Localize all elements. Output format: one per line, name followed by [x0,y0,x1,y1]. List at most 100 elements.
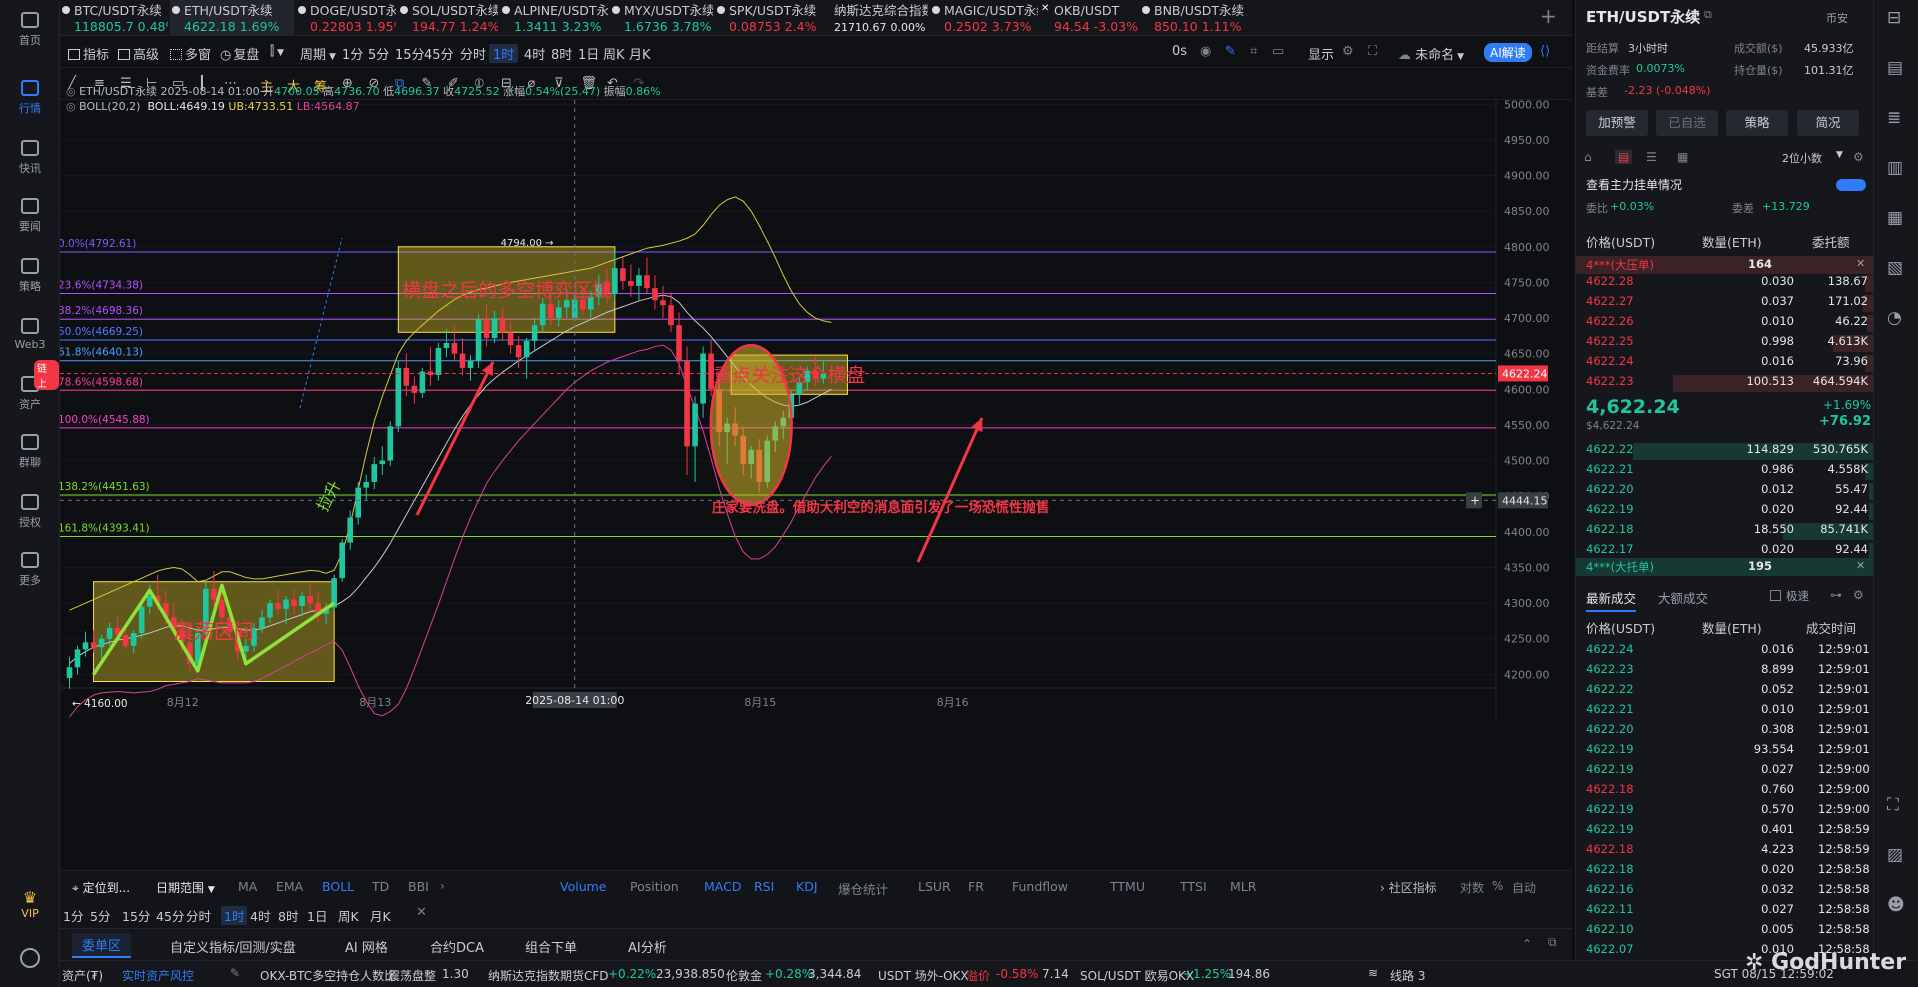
timeframe-5[interactable]: 1时 [489,44,519,63]
timeframe-10[interactable]: 月K [629,44,651,63]
close-icon[interactable]: ✕ [1856,257,1865,270]
sub-indicator-1[interactable]: Position [630,879,679,894]
candle-body[interactable] [539,303,546,326]
candle-body[interactable] [435,347,442,376]
calc-icon[interactable]: ▦ [1887,208,1903,228]
candle-body[interactable] [636,275,642,286]
auto-scale-toggle[interactable]: 自动 [1512,879,1536,896]
candle-body[interactable] [363,481,370,488]
sub-indicator-3[interactable]: RSI [754,879,774,894]
quick-timeframe-1[interactable]: 5分 [90,906,110,925]
asks-icon[interactable]: ☰ [1646,150,1657,164]
candle-body[interactable] [211,588,217,600]
candle-body[interactable] [275,603,281,609]
sub-indicator-4[interactable]: KDJ [796,879,818,894]
symbol-tab-9[interactable]: ✕ OKB/USDT 94.54 -3.03% [1040,0,1138,36]
quick-timeframe-2[interactable]: 15分 [122,906,150,925]
candle-body[interactable] [531,325,538,341]
panel-button-1[interactable]: 已自选 [1656,110,1718,136]
candle-body[interactable] [138,606,145,634]
candle-body[interactable] [483,319,490,338]
candle-body[interactable] [339,542,345,579]
panel-button-0[interactable]: 加预警 [1586,110,1648,136]
quick-timeframe-8[interactable]: 1日 [307,906,327,925]
candle-body[interactable] [644,275,650,289]
chart-type-button[interactable]: ⫿ ▼ [270,44,284,59]
candle-body[interactable] [499,318,506,333]
chevron-up-icon[interactable]: ⌃ [1522,937,1532,951]
candle-body[interactable] [668,305,674,326]
timeframe-6[interactable]: 4时 [524,44,545,63]
bottom-tab-5[interactable]: AI分析 [628,937,667,956]
candle-body[interactable] [122,635,129,646]
candle-body[interactable] [387,426,394,461]
period-button[interactable]: 周期 ▼ [300,44,336,63]
nav-item-1[interactable]: 行情 [0,80,60,116]
quick-timeframe-7[interactable]: 8时 [278,906,298,925]
timeframe-0[interactable]: 1分 [342,44,363,63]
quick-timeframe-10[interactable]: 月K [370,906,391,925]
candle-body[interactable] [419,371,426,393]
filter-icon[interactable]: ⊶ [1830,588,1842,602]
main-indicator-ma[interactable]: MA [238,879,257,894]
candle-body[interactable] [403,367,410,386]
candle-body[interactable] [259,617,265,629]
candle-body[interactable] [515,345,522,358]
main-indicator-td[interactable]: TD [372,879,389,894]
nav-item-9[interactable]: 更多 [0,552,60,588]
quick-timeframe-9[interactable]: 周K [338,906,359,925]
display-button[interactable]: 显示 [1308,44,1334,63]
candle-body[interactable] [379,460,386,465]
symbol-tab-7[interactable]: 纳斯达克综合指数 21710.67 0.00% [820,0,928,36]
advanced-button[interactable]: 高级 [118,44,159,63]
symbol-tab-8[interactable]: MAGIC/USDT永续0.2502 3.73% [930,0,1038,36]
bottom-tab-2[interactable]: AI 网格 [345,937,388,956]
toggle-switch[interactable] [1836,179,1866,191]
candle-body[interactable] [451,342,458,354]
bell-icon[interactable]: ⌂ [1584,150,1592,164]
candle-body[interactable] [371,464,378,482]
candle-body[interactable] [491,318,498,338]
sub-indicator-7[interactable]: FR [968,879,984,894]
close-icon[interactable]: ✕ [416,905,427,920]
eye-icon[interactable]: ◎ [66,85,76,98]
checkbox[interactable] [1770,590,1781,601]
timeframe-8[interactable]: 1日 [578,44,599,63]
price-chart[interactable]: 4200.004250.004300.004350.004400.004450.… [60,100,1572,870]
candle-body[interactable] [355,487,362,518]
candle-body[interactable] [146,595,153,607]
candle-body[interactable] [620,268,626,281]
timeframe-1[interactable]: 5分 [368,44,389,63]
quick-timeframe-6[interactable]: 4时 [250,906,270,925]
quick-timeframe-3[interactable]: 45分 [156,906,184,925]
bottom-tab-4[interactable]: 组合下单 [525,937,577,956]
candle-body[interactable] [612,268,618,294]
timeframe-4[interactable]: 分时 [460,44,486,63]
sub-indicator-2[interactable]: MACD [704,879,741,894]
bids-icon[interactable]: ▦ [1677,150,1688,164]
replay-button[interactable]: ◷ 复盘 [220,44,259,63]
candlestick-chart[interactable]: 4200.004250.004300.004350.004400.004450.… [60,100,1572,870]
candle-body[interactable] [219,599,225,618]
candle-body[interactable] [267,603,273,618]
symbol-tab-3[interactable]: SOL/USDT永续 194.77 1.24% [398,0,498,36]
layout-icon[interactable]: ▭ [1272,44,1284,59]
panel-button-3[interactable]: 简况 [1797,110,1859,136]
candle-body[interactable] [555,307,562,319]
camera-icon[interactable]: ◉ [1200,44,1211,59]
share-icon[interactable]: ⟨⟩ [1540,44,1550,59]
candle-body[interactable] [507,332,514,346]
bottom-tab-0[interactable]: 委单区 [72,933,132,958]
main-indicator-ema[interactable]: EMA [276,879,303,894]
symbol-tab-2[interactable]: DOGE/USDT永续0.22803 1.95% [296,0,396,36]
nav-item-3[interactable]: 要闻 [0,198,60,234]
candle-body[interactable] [467,360,474,368]
sub-indicator-8[interactable]: Fundflow [1012,879,1068,894]
candle-body[interactable] [90,642,97,648]
nav-item-0[interactable]: 首页 [0,12,60,48]
candle-body[interactable] [283,599,289,609]
chevron-down-icon[interactable]: ▼ [1836,150,1843,160]
candle-body[interactable] [98,638,105,648]
quick-timeframe-5[interactable]: 1时 [221,906,248,925]
expand-icon[interactable]: ⛶ [1887,795,1899,815]
